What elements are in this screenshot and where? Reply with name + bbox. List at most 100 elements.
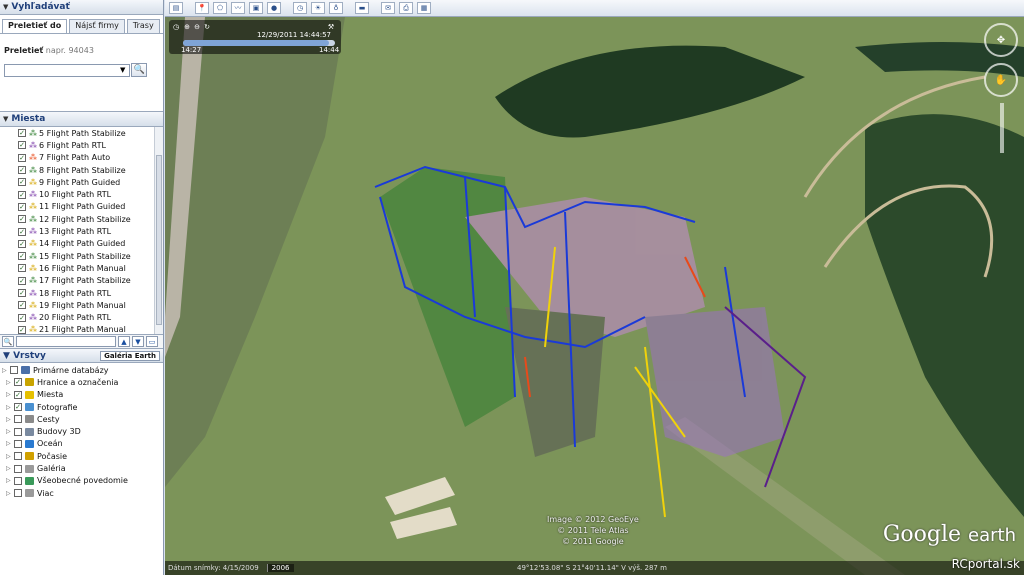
ruler-button[interactable]: ▬: [355, 2, 369, 14]
checkbox[interactable]: ✓: [14, 378, 22, 387]
expand-triangle-icon[interactable]: ▷: [6, 453, 14, 460]
clock-icon[interactable]: ◷: [172, 23, 180, 31]
move-up-button[interactable]: ▲: [118, 336, 130, 347]
checkbox[interactable]: ✓: [18, 264, 26, 273]
move-control[interactable]: ✋: [984, 63, 1018, 97]
print-button[interactable]: ⎙: [399, 2, 413, 14]
checkbox[interactable]: ✓: [18, 190, 26, 199]
checkbox[interactable]: ✓: [18, 289, 26, 297]
tab-find-businesses[interactable]: Nájsť firmy: [69, 19, 125, 33]
time-track[interactable]: [183, 40, 335, 46]
historical-year[interactable]: 2006: [266, 564, 294, 572]
expand-triangle-icon[interactable]: ▷: [6, 465, 14, 472]
checkbox[interactable]: ✓: [18, 239, 26, 248]
search-button[interactable]: 🔍: [131, 63, 148, 77]
layer-item[interactable]: ▷ Cesty: [0, 413, 163, 425]
overlay-button[interactable]: ▣: [249, 2, 263, 14]
list-item[interactable]: ✓ ⁂ 21 Flight Path Manual: [0, 324, 153, 334]
checkbox[interactable]: [14, 489, 22, 498]
record-tour-button[interactable]: ●: [267, 2, 281, 14]
expand-triangle-icon[interactable]: ▷: [6, 490, 14, 497]
layer-item[interactable]: ▷ Všeobecné povedomie: [0, 475, 163, 487]
checkbox[interactable]: [14, 427, 22, 436]
expand-triangle-icon[interactable]: ▷: [6, 477, 14, 484]
expand-triangle-icon[interactable]: ▷: [6, 391, 14, 398]
search-places-button[interactable]: 🔍: [2, 336, 14, 347]
historical-imagery-button[interactable]: ◷: [293, 2, 307, 14]
list-item[interactable]: ✓ ⁂ 13 Flight Path RTL: [0, 225, 153, 237]
list-item[interactable]: ✓ ⁂ 14 Flight Path Guided: [0, 238, 153, 250]
checkbox[interactable]: ✓: [18, 313, 26, 322]
expand-triangle-icon[interactable]: ▷: [6, 379, 14, 386]
expand-triangle-icon[interactable]: ▷: [6, 440, 14, 447]
search-panel-header[interactable]: ▼ Vyhľadávať: [0, 0, 163, 15]
list-item[interactable]: ✓ ⁂ 16 Flight Path Manual: [0, 262, 153, 274]
layer-item[interactable]: ▷ Primárne databázy: [0, 364, 163, 376]
expand-triangle-icon[interactable]: ▷: [6, 428, 14, 435]
move-down-button[interactable]: ▼: [132, 336, 144, 347]
checkbox[interactable]: ✓: [18, 166, 26, 175]
checkbox[interactable]: ✓: [18, 301, 26, 310]
checkbox[interactable]: ✓: [18, 129, 26, 138]
wrench-icon[interactable]: ⚒: [327, 23, 335, 31]
zoom-out-time-icon[interactable]: ⊖: [193, 23, 201, 31]
list-view-button[interactable]: [16, 336, 116, 347]
expand-triangle-icon[interactable]: ▷: [6, 416, 14, 423]
loop-icon[interactable]: ↻: [203, 23, 211, 31]
tab-fly-to[interactable]: Preletieť do: [2, 19, 68, 33]
time-slider[interactable]: ◷ ⊕ ⊖ ↻ ⚒ 12/29/2011 14:44:57 14:27 14:4…: [169, 20, 341, 54]
sidebar-toggle-button[interactable]: ▤: [169, 2, 183, 14]
list-item[interactable]: ✓ ⁂ 12 Flight Path Stabilize: [0, 213, 153, 225]
checkbox[interactable]: ✓: [18, 178, 26, 187]
checkbox[interactable]: ✓: [18, 215, 26, 224]
zoom-slider[interactable]: [1000, 103, 1004, 153]
list-item[interactable]: ✓ ⁂ 20 Flight Path RTL: [0, 311, 153, 323]
scrollbar-thumb[interactable]: [156, 155, 162, 325]
collapse-triangle-icon[interactable]: ▼: [3, 3, 8, 11]
collapse-triangle-icon[interactable]: ▼: [3, 115, 8, 123]
list-item[interactable]: ✓ ⁂ 7 Flight Path Auto: [0, 152, 153, 164]
layers-panel-header[interactable]: ▼ Vrstvy Galéria Earth: [0, 349, 163, 363]
checkbox[interactable]: ✓: [18, 141, 26, 150]
list-item[interactable]: ✓ ⁂ 10 Flight Path RTL: [0, 188, 153, 200]
checkbox[interactable]: ✓: [14, 390, 22, 399]
places-panel-header[interactable]: ▼ Miesta: [0, 112, 163, 127]
view-in-maps-button[interactable]: ▦: [417, 2, 431, 14]
layer-item[interactable]: ▷ ✓ Miesta: [0, 389, 163, 401]
list-item[interactable]: ✓ ⁂ 8 Flight Path Stabilize: [0, 164, 153, 176]
planet-button[interactable]: ♁: [329, 2, 343, 14]
checkbox[interactable]: [14, 464, 22, 473]
checkbox[interactable]: [14, 452, 22, 461]
checkbox[interactable]: ✓: [18, 202, 26, 211]
tour-button[interactable]: ▭: [146, 336, 158, 347]
chevron-down-icon[interactable]: ▼: [120, 66, 125, 74]
layer-item[interactable]: ▷ Viac: [0, 487, 163, 499]
list-item[interactable]: ✓ ⁂ 5 Flight Path Stabilize: [0, 127, 153, 139]
polygon-button[interactable]: ⬠: [213, 2, 227, 14]
email-button[interactable]: ✉: [381, 2, 395, 14]
layer-item[interactable]: ▷ Oceán: [0, 438, 163, 450]
map-view[interactable]: ◷ ⊕ ⊖ ↻ ⚒ 12/29/2011 14:44:57 14:27 14:4…: [165, 17, 1024, 575]
layer-item[interactable]: ▷ ✓ Fotografie: [0, 401, 163, 413]
layer-item[interactable]: ▷ Počasie: [0, 450, 163, 462]
list-item[interactable]: ✓ ⁂ 6 Flight Path RTL: [0, 139, 153, 151]
list-item[interactable]: ✓ ⁂ 17 Flight Path Stabilize: [0, 275, 153, 287]
checkbox[interactable]: ✓: [18, 153, 26, 162]
list-item[interactable]: ✓ ⁂ 18 Flight Path RTL: [0, 287, 153, 299]
list-item[interactable]: ✓ ⁂ 15 Flight Path Stabilize: [0, 250, 153, 262]
checkbox[interactable]: [14, 439, 22, 448]
placemark-button[interactable]: 📍: [195, 2, 209, 14]
earth-gallery-button[interactable]: Galéria Earth: [100, 350, 160, 361]
places-scrollbar[interactable]: [154, 127, 163, 334]
tab-directions[interactable]: Trasy: [126, 19, 160, 33]
checkbox[interactable]: [14, 476, 22, 485]
layer-item[interactable]: ▷ ✓ Hranice a označenia: [0, 376, 163, 388]
list-item[interactable]: ✓ ⁂ 11 Flight Path Guided: [0, 201, 153, 213]
list-item[interactable]: ✓ ⁂ 9 Flight Path Guided: [0, 176, 153, 188]
checkbox[interactable]: [14, 415, 22, 424]
checkbox[interactable]: ✓: [18, 252, 26, 261]
checkbox[interactable]: ✓: [18, 325, 26, 334]
expand-triangle-icon[interactable]: ▷: [6, 404, 14, 411]
path-button[interactable]: 〰: [231, 2, 245, 14]
search-input[interactable]: [4, 63, 130, 77]
